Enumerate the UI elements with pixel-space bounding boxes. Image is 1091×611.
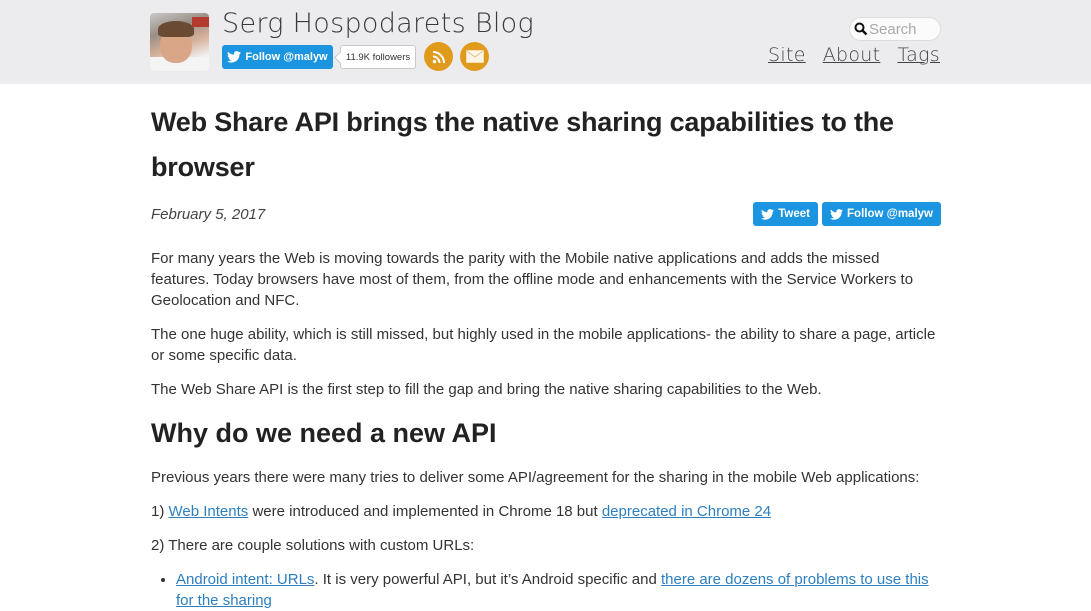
post-meta: February 5, 2017 Tweet Follow @malyw xyxy=(151,202,941,234)
nav-site[interactable]: Site xyxy=(768,44,806,66)
web-intents-link[interactable]: Web Intents xyxy=(169,503,249,520)
deprecated-link[interactable]: deprecated in Chrome 24 xyxy=(602,503,771,520)
nav-about[interactable]: About xyxy=(823,44,881,66)
twitter-bird-icon xyxy=(761,208,775,220)
author-avatar[interactable] xyxy=(150,13,209,71)
article: Web Share API brings the native sharing … xyxy=(151,100,941,611)
site-header: Serg Hospodarets Blog Follow @malyw 11.9… xyxy=(0,0,1091,84)
search-icon xyxy=(854,22,868,36)
mail-icon xyxy=(465,50,484,63)
paragraph: The Web Share API is the first step to f… xyxy=(151,381,822,398)
post-date: February 5, 2017 xyxy=(151,206,266,223)
twitter-follow-button[interactable]: Follow @malyw xyxy=(222,45,333,69)
paragraph: The one huge ability, which is still mis… xyxy=(151,326,936,364)
paragraph: Previous years there were many tries to … xyxy=(151,469,920,486)
list-item-web-intents: 1) Web Intents were introduced and imple… xyxy=(151,503,772,520)
twitter-bird-icon xyxy=(830,208,844,220)
paragraph: For many years the Web is moving towards… xyxy=(151,250,914,309)
search-box[interactable] xyxy=(849,17,941,41)
rss-button[interactable] xyxy=(424,42,453,71)
nav-tags[interactable]: Tags xyxy=(897,44,940,66)
section-heading: Why do we need a new API xyxy=(151,418,497,448)
main-nav: Site About Tags xyxy=(768,44,940,66)
followers-count[interactable]: 11.9K followers xyxy=(340,45,416,69)
rss-icon xyxy=(432,50,445,63)
post-title: Web Share API brings the native sharing … xyxy=(151,107,894,182)
custom-url-list: Android intent: URLs. It is very powerfu… xyxy=(151,569,941,611)
share-buttons: Tweet Follow @malyw xyxy=(753,202,941,226)
paragraph: 2) There are couple solutions with custo… xyxy=(151,537,475,554)
list-item: Android intent: URLs. It is very powerfu… xyxy=(176,569,941,611)
follow-label: Follow @malyw xyxy=(847,208,933,220)
tweet-button[interactable]: Tweet xyxy=(753,202,819,226)
tweet-label: Tweet xyxy=(778,208,811,220)
search-input[interactable] xyxy=(869,20,939,38)
follow-label: Follow @malyw xyxy=(245,51,328,63)
android-intent-link[interactable]: Android intent: URLs xyxy=(176,571,314,588)
email-button[interactable] xyxy=(460,42,489,71)
twitter-bird-icon xyxy=(227,51,242,63)
blog-title[interactable]: Serg Hospodarets Blog xyxy=(222,8,534,39)
follow-author-button[interactable]: Follow @malyw xyxy=(822,202,941,226)
